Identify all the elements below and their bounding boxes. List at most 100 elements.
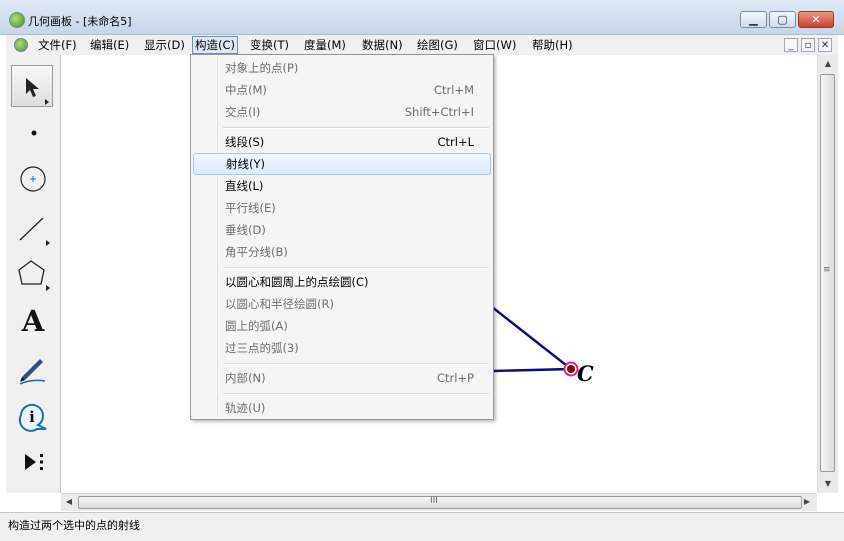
menu-item-label: 平行线(E)	[225, 201, 276, 215]
vertical-scrollbar[interactable]: ▲ ≡ ▼	[817, 55, 838, 493]
segment-to-c[interactable]	[491, 306, 572, 370]
custom-tool[interactable]	[11, 442, 55, 482]
text-icon: A	[21, 304, 45, 338]
menu-item-interior[interactable]: 内部(N) Ctrl+P	[193, 367, 491, 389]
window-title: 几何画板 - [未命名5]	[28, 15, 132, 28]
menu-help[interactable]: 帮助(H)	[530, 37, 575, 53]
horizontal-scroll-thumb[interactable]: III	[78, 496, 802, 509]
menu-item-locus[interactable]: 轨迹(U)	[193, 397, 491, 419]
polygon-tool[interactable]	[11, 253, 55, 293]
menu-item-label: 以圆心和圆周上的点绘圆(C)	[225, 275, 369, 289]
menu-window[interactable]: 窗口(W)	[471, 37, 518, 53]
document-icon[interactable]	[14, 38, 28, 52]
menu-item-parallel-line[interactable]: 平行线(E)	[193, 197, 491, 219]
menu-item-label: 对象上的点(P)	[225, 61, 299, 75]
doc-minimize-button[interactable]: _	[784, 38, 798, 52]
menu-item-label: 以圆心和半径绘圆(R)	[225, 297, 334, 311]
point-c[interactable]	[567, 365, 575, 373]
point-c-label[interactable]: C	[577, 361, 594, 386]
status-text: 构造过两个选中的点的射线	[8, 519, 140, 532]
text-tool-glyph: A	[21, 304, 45, 338]
point-tool[interactable]	[11, 113, 55, 153]
straightedge-tool[interactable]	[11, 207, 55, 247]
menu-item-label: 中点(M)	[225, 83, 267, 97]
menu-item-label: 角平分线(B)	[225, 245, 288, 259]
menu-separator	[223, 127, 489, 129]
menu-item-shortcut: Ctrl+M	[433, 83, 474, 97]
horizontal-scrollbar[interactable]: ◀ III ▶	[61, 493, 817, 511]
maximize-button[interactable]: ▢	[769, 11, 796, 28]
app-icon	[9, 12, 25, 28]
menu-graph[interactable]: 绘图(G)	[415, 37, 460, 53]
arrow-tool[interactable]	[11, 65, 53, 107]
menu-item-ray[interactable]: 射线(Y)	[193, 153, 491, 175]
menu-item-label: 直线(L)	[225, 179, 264, 193]
menu-item-arc-on-circle[interactable]: 圆上的弧(A)	[193, 315, 491, 337]
doc-close-button[interactable]: ✕	[818, 38, 832, 52]
menu-item-line[interactable]: 直线(L)	[193, 175, 491, 197]
menu-item-label: 射线(Y)	[226, 157, 265, 171]
vertical-scroll-thumb[interactable]: ≡	[820, 74, 835, 472]
menu-item-arc-through-three-points[interactable]: 过三点的弧(3)	[193, 337, 491, 359]
horizontal-grip-icon: III	[430, 496, 438, 506]
segment-from-c[interactable]	[492, 367, 572, 373]
menu-item-perpendicular-line[interactable]: 垂线(D)	[193, 219, 491, 241]
custom-tools-icon	[25, 454, 43, 470]
menu-item-shortcut: Shift+Ctrl+I	[404, 105, 474, 119]
info-tool-glyph: i	[29, 408, 35, 426]
menu-item-segment[interactable]: 线段(S) Ctrl+L	[193, 131, 491, 153]
menu-item-circle-by-center-point[interactable]: 以圆心和圆周上的点绘圆(C)	[193, 271, 491, 293]
menu-item-label: 轨迹(U)	[225, 401, 266, 415]
menu-separator	[223, 267, 489, 269]
circle-icon	[20, 166, 46, 192]
menu-item-label: 过三点的弧(3)	[225, 341, 299, 355]
menu-item-midpoint[interactable]: 中点(M) Ctrl+M	[193, 79, 491, 101]
menu-item-label: 垂线(D)	[225, 223, 266, 237]
scroll-up-icon[interactable]: ▲	[820, 59, 836, 68]
scroll-left-icon[interactable]: ◀	[61, 497, 77, 506]
menu-separator	[223, 363, 489, 365]
construct-menu: 对象上的点(P) 中点(M) Ctrl+M 交点(I) Shift+Ctrl+I…	[190, 54, 494, 420]
close-icon: ✕	[811, 13, 821, 26]
menu-item-shortcut: Ctrl+P	[436, 371, 474, 385]
menu-item-point-on-object[interactable]: 对象上的点(P)	[193, 57, 491, 79]
marker-icon	[19, 359, 46, 385]
segment-icon	[19, 217, 50, 246]
status-bar: 构造过两个选中的点的射线	[0, 512, 844, 541]
title-bar: 几何画板 - [未命名5] ▁ ▢ ✕	[0, 0, 844, 35]
menu-item-shortcut: Ctrl+L	[437, 135, 474, 149]
minimize-button[interactable]: ▁	[740, 11, 767, 28]
menu-item-angle-bisector[interactable]: 角平分线(B)	[193, 241, 491, 263]
toolbox: A i	[6, 55, 61, 493]
close-button[interactable]: ✕	[798, 11, 834, 28]
menu-item-circle-by-center-radius[interactable]: 以圆心和半径绘圆(R)	[193, 293, 491, 315]
menu-item-label: 内部(N)	[225, 371, 266, 385]
menu-measure[interactable]: 度量(M)	[302, 37, 348, 53]
point-icon	[31, 130, 37, 136]
scroll-down-icon[interactable]: ▼	[820, 479, 836, 488]
menu-item-label: 圆上的弧(A)	[225, 319, 288, 333]
menu-separator	[223, 393, 489, 395]
menu-display[interactable]: 显示(D)	[142, 37, 187, 53]
doc-restore-button[interactable]: ▫	[801, 38, 815, 52]
menu-bar: 文件(F) 编辑(E) 显示(D) 构造(C) 变换(T) 度量(M) 数据(N…	[6, 35, 838, 55]
menu-item-intersection[interactable]: 交点(I) Shift+Ctrl+I	[193, 101, 491, 123]
menu-file[interactable]: 文件(F)	[36, 37, 79, 53]
polygon-icon	[18, 260, 50, 291]
menu-transform[interactable]: 变换(T)	[248, 37, 291, 53]
information-tool[interactable]: i	[11, 396, 55, 436]
text-tool[interactable]: A	[11, 301, 55, 341]
vertical-grip-icon: ≡	[823, 265, 831, 275]
minimize-icon: ▁	[749, 13, 758, 26]
menu-construct[interactable]: 构造(C)	[192, 36, 239, 54]
menu-item-label: 交点(I)	[225, 105, 261, 119]
info-icon: i	[18, 403, 47, 432]
scroll-right-icon[interactable]: ▶	[799, 497, 815, 506]
arrow-icon	[26, 78, 49, 105]
menu-item-label: 线段(S)	[225, 135, 265, 149]
menu-data[interactable]: 数据(N)	[360, 37, 405, 53]
marker-tool[interactable]	[11, 348, 55, 388]
menu-edit[interactable]: 编辑(E)	[88, 37, 131, 53]
maximize-icon: ▢	[777, 13, 788, 26]
compass-tool[interactable]	[11, 158, 55, 198]
